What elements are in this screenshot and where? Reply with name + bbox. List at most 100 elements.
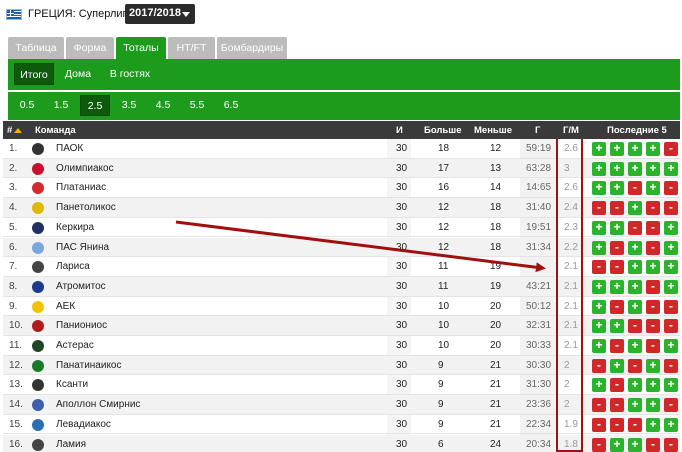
minus-icon[interactable]: - xyxy=(592,437,606,452)
plus-icon[interactable]: + xyxy=(646,142,660,156)
minus-icon[interactable]: - xyxy=(664,437,678,452)
plus-icon[interactable]: + xyxy=(628,142,642,156)
tab-total-0[interactable]: 0.5 xyxy=(12,95,42,116)
plus-icon[interactable]: + xyxy=(646,417,660,432)
tab-total-2[interactable]: 2.5 xyxy=(80,95,110,116)
tab-main-0[interactable]: Таблица xyxy=(8,37,64,59)
minus-icon[interactable]: - xyxy=(610,201,624,216)
plus-icon[interactable]: + xyxy=(646,181,660,196)
tab-venue-1[interactable]: Дома xyxy=(58,63,98,85)
plus-icon[interactable]: + xyxy=(664,220,678,235)
minus-icon[interactable]: - xyxy=(628,319,642,334)
plus-icon[interactable]: + xyxy=(610,319,624,334)
plus-icon[interactable]: + xyxy=(592,299,606,314)
plus-icon[interactable]: + xyxy=(610,161,624,176)
minus-icon[interactable]: - xyxy=(646,220,660,235)
plus-icon[interactable]: + xyxy=(610,358,624,373)
plus-icon[interactable]: + xyxy=(664,378,678,393)
minus-icon[interactable]: - xyxy=(646,240,660,255)
minus-icon[interactable]: - xyxy=(664,142,678,156)
plus-icon[interactable]: + xyxy=(628,339,642,353)
team-name[interactable]: Левадиакос xyxy=(56,419,111,430)
plus-icon[interactable]: + xyxy=(646,378,660,393)
plus-icon[interactable]: + xyxy=(664,279,678,294)
plus-icon[interactable]: + xyxy=(610,279,624,294)
team-name[interactable]: Ксанти xyxy=(56,379,88,390)
team-name[interactable]: ПАОК xyxy=(56,143,83,154)
minus-icon[interactable]: - xyxy=(628,358,642,373)
plus-icon[interactable]: + xyxy=(646,358,660,373)
minus-icon[interactable]: - xyxy=(664,398,678,413)
minus-icon[interactable]: - xyxy=(664,181,678,196)
team-name[interactable]: Ламия xyxy=(56,439,86,450)
tab-venue-2[interactable]: В гостях xyxy=(101,63,159,85)
minus-icon[interactable]: - xyxy=(628,181,642,196)
column-goals[interactable]: Г xyxy=(535,125,540,136)
minus-icon[interactable]: - xyxy=(628,417,642,432)
minus-icon[interactable]: - xyxy=(664,319,678,334)
plus-icon[interactable]: + xyxy=(610,181,624,196)
plus-icon[interactable]: + xyxy=(664,161,678,176)
team-name[interactable]: ПАС Янина xyxy=(56,242,109,253)
plus-icon[interactable]: + xyxy=(628,201,642,216)
plus-icon[interactable]: + xyxy=(664,260,678,275)
plus-icon[interactable]: + xyxy=(610,142,624,156)
team-name[interactable]: Платаниас xyxy=(56,182,106,193)
team-name[interactable]: Атромитос xyxy=(56,281,106,292)
minus-icon[interactable]: - xyxy=(610,299,624,314)
minus-icon[interactable]: - xyxy=(610,339,624,353)
team-name[interactable]: Керкира xyxy=(56,222,94,233)
plus-icon[interactable]: + xyxy=(628,378,642,393)
plus-icon[interactable]: + xyxy=(592,339,606,353)
minus-icon[interactable]: - xyxy=(646,201,660,216)
team-name[interactable]: Олимпиакос xyxy=(56,163,114,174)
minus-icon[interactable]: - xyxy=(664,358,678,373)
minus-icon[interactable]: - xyxy=(664,201,678,216)
plus-icon[interactable]: + xyxy=(646,398,660,413)
team-name[interactable]: Паниониос xyxy=(56,320,107,331)
tab-total-6[interactable]: 6.5 xyxy=(216,95,246,116)
tab-total-5[interactable]: 5.5 xyxy=(182,95,212,116)
minus-icon[interactable]: - xyxy=(664,299,678,314)
minus-icon[interactable]: - xyxy=(610,240,624,255)
tab-main-2[interactable]: Тоталы xyxy=(116,37,166,59)
plus-icon[interactable]: + xyxy=(628,260,642,275)
plus-icon[interactable]: + xyxy=(664,417,678,432)
plus-icon[interactable]: + xyxy=(628,398,642,413)
team-name[interactable]: Астерас xyxy=(56,340,94,351)
league-title[interactable]: ГРЕЦИЯ: Суперлига xyxy=(28,8,132,20)
minus-icon[interactable]: - xyxy=(592,398,606,413)
column-team[interactable]: Команда xyxy=(35,125,76,136)
plus-icon[interactable]: + xyxy=(610,437,624,452)
plus-icon[interactable]: + xyxy=(628,299,642,314)
minus-icon[interactable]: - xyxy=(592,260,606,275)
column-over[interactable]: Больше xyxy=(424,125,461,136)
column-gpm[interactable]: Г/М xyxy=(563,125,579,136)
team-name[interactable]: Панетоликос xyxy=(56,202,116,213)
team-name[interactable]: АЕК xyxy=(56,301,75,312)
plus-icon[interactable]: + xyxy=(592,161,606,176)
minus-icon[interactable]: - xyxy=(646,319,660,334)
plus-icon[interactable]: + xyxy=(592,181,606,196)
minus-icon[interactable]: - xyxy=(592,201,606,216)
minus-icon[interactable]: - xyxy=(628,220,642,235)
minus-icon[interactable]: - xyxy=(592,417,606,432)
team-name[interactable]: Лариса xyxy=(56,261,90,272)
tab-venue-0[interactable]: Итого xyxy=(14,63,54,85)
column-under[interactable]: Меньше xyxy=(474,125,512,136)
season-select[interactable]: 2017/2018 xyxy=(125,4,195,24)
plus-icon[interactable]: + xyxy=(592,378,606,393)
minus-icon[interactable]: - xyxy=(592,358,606,373)
plus-icon[interactable]: + xyxy=(610,220,624,235)
plus-icon[interactable]: + xyxy=(664,240,678,255)
plus-icon[interactable]: + xyxy=(628,240,642,255)
tab-main-4[interactable]: Бомбардиры xyxy=(217,37,287,59)
plus-icon[interactable]: + xyxy=(628,437,642,452)
minus-icon[interactable]: - xyxy=(610,398,624,413)
plus-icon[interactable]: + xyxy=(646,161,660,176)
plus-icon[interactable]: + xyxy=(646,260,660,275)
minus-icon[interactable]: - xyxy=(610,260,624,275)
minus-icon[interactable]: - xyxy=(646,437,660,452)
tab-total-4[interactable]: 4.5 xyxy=(148,95,178,116)
minus-icon[interactable]: - xyxy=(646,339,660,353)
